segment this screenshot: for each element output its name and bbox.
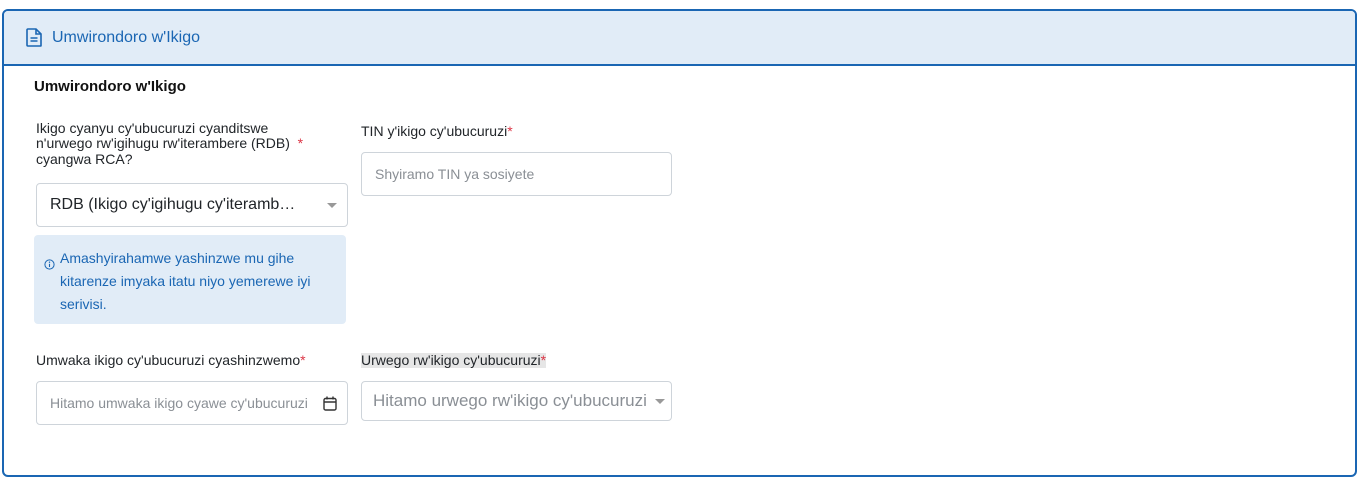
required-mark: * bbox=[540, 352, 547, 368]
tin-label-text: TIN y'ikigo cy'ubucuruzi bbox=[361, 123, 508, 139]
rdb-question-label: Ikigo cyanyu cy'ubucuruzi cyanditswe n'u… bbox=[36, 120, 346, 167]
document-icon bbox=[26, 27, 44, 48]
info-icon bbox=[44, 254, 55, 270]
calendar-icon[interactable] bbox=[323, 396, 337, 411]
rdb-question-label-line3: cyangwa RCA? bbox=[36, 150, 133, 167]
chevron-down-icon bbox=[655, 398, 665, 404]
business-level-label: Urwego rw'ikigo cy'ubucuruzi* bbox=[361, 352, 547, 369]
required-mark: * bbox=[507, 123, 513, 139]
section-title: Umwirondoro w'Ikigo bbox=[34, 78, 186, 95]
chevron-down-icon bbox=[327, 202, 337, 208]
year-founded-label: Umwaka ikigo cy'ubucuruzi cyashinzwemo* bbox=[36, 352, 306, 368]
tin-input-placeholder: Shyiramo TIN ya sosiyete bbox=[375, 166, 535, 182]
info-message: Amashyirahamwe yashinzwe mu gihe kitaren… bbox=[60, 250, 311, 312]
year-founded-placeholder: Hitamo umwaka ikigo cyawe cy'ubucuruzi bbox=[50, 395, 308, 411]
business-level-placeholder: Hitamo urwego rw'ikigo cy'ubucuruzi bbox=[373, 391, 647, 410]
rdb-select-value: RDB (Ikigo cy'igihugu cy'iteramb… bbox=[50, 196, 296, 213]
tin-input[interactable]: Shyiramo TIN ya sosiyete bbox=[361, 152, 672, 196]
year-founded-label-text: Umwaka ikigo cy'ubucuruzi cyashinzwemo bbox=[36, 352, 301, 368]
info-alert: Amashyirahamwe yashinzwe mu gihe kitaren… bbox=[34, 235, 346, 324]
rdb-select[interactable]: RDB (Ikigo cy'igihugu cy'iteramb… bbox=[36, 183, 348, 227]
business-level-select[interactable]: Hitamo urwego rw'ikigo cy'ubucuruzi bbox=[361, 381, 672, 421]
business-level-label-text: Urwego rw'ikigo cy'ubucuruzi bbox=[361, 352, 541, 368]
required-mark: * bbox=[300, 352, 306, 368]
year-founded-datepicker[interactable]: Hitamo umwaka ikigo cyawe cy'ubucuruzi bbox=[36, 381, 348, 425]
rdb-question-label-line2: n'urwego rw'igihugu rw'iterambere (RDB) bbox=[36, 135, 290, 152]
required-mark: * bbox=[297, 135, 304, 152]
card-header: Umwirondoro w'Ikigo bbox=[4, 11, 1355, 66]
tin-label: TIN y'ikigo cy'ubucuruzi* bbox=[361, 123, 513, 139]
rdb-question-label-line1: Ikigo cyanyu cy'ubucuruzi cyanditswe bbox=[36, 120, 269, 136]
card-header-title: Umwirondoro w'Ikigo bbox=[52, 28, 200, 46]
